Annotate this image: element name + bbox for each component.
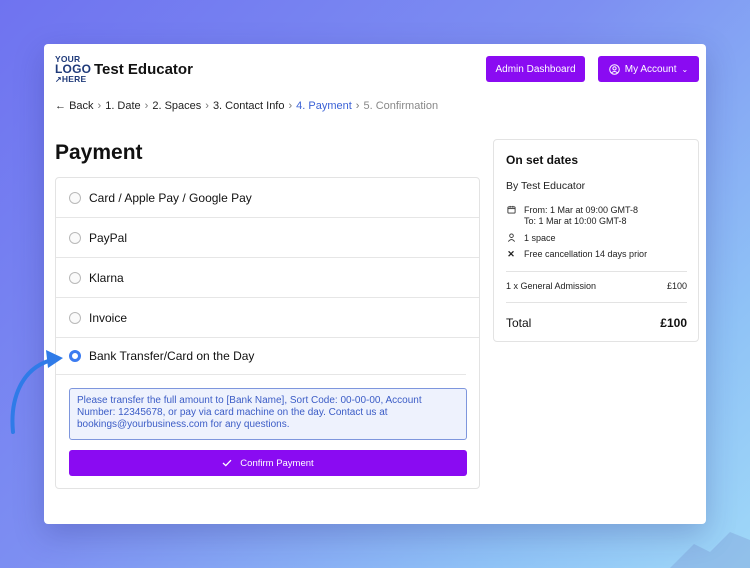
main-card: YOUR LOGO ↗HERE Test Educator Admin Dash… [44, 44, 706, 524]
payment-option-bank-transfer[interactable]: Bank Transfer/Card on the Day [56, 338, 466, 375]
logo: YOUR LOGO ↗HERE [55, 55, 91, 85]
summary-educator: By Test Educator [506, 180, 586, 192]
breadcrumb-separator: › [288, 100, 293, 112]
radio-button[interactable] [69, 311, 81, 324]
payment-option-label: Invoice [89, 310, 128, 325]
confirm-payment-button[interactable]: Confirm Payment [69, 450, 467, 476]
summary-total: Total £100 [506, 316, 687, 330]
background-decoration [670, 532, 750, 568]
chevron-down-icon: ⌄ [681, 64, 689, 74]
radio-button[interactable] [69, 191, 81, 204]
summary-from: From: 1 Mar at 09:00 GMT-8 [524, 205, 639, 215]
logo-text-3: HERE [61, 74, 87, 84]
page-title: Payment [55, 141, 143, 164]
breadcrumb-step-contact[interactable]: 3. Contact Info [213, 100, 285, 112]
breadcrumb-separator: › [144, 100, 149, 112]
admin-dashboard-label: Admin Dashboard [495, 63, 576, 75]
payment-option-paypal[interactable]: PayPal [56, 218, 479, 258]
breadcrumb-step-confirmation: 5. Confirmation [363, 100, 439, 112]
annotation-arrow-icon [10, 350, 63, 434]
my-account-button[interactable]: My Account ⌄ [598, 56, 699, 82]
summary-cancellation: ✕ Free cancellation 14 days prior [506, 249, 647, 260]
radio-button-selected[interactable] [69, 350, 81, 362]
payment-methods-list: Card / Apple Pay / Google Pay PayPal Kla… [55, 177, 480, 489]
breadcrumb-step-spaces[interactable]: 2. Spaces [152, 100, 201, 112]
payment-option-card[interactable]: Card / Apple Pay / Google Pay [56, 178, 479, 218]
line-item-price: £100 [666, 281, 687, 291]
breadcrumb-separator: › [97, 100, 102, 112]
radio-button[interactable] [69, 271, 81, 284]
check-icon [222, 459, 232, 467]
close-icon: ✕ [507, 249, 515, 259]
site-title: Test Educator [94, 61, 193, 78]
summary-spaces: 1 space [506, 233, 556, 245]
breadcrumb-separator: › [355, 100, 360, 112]
breadcrumb: ← Back › 1. Date › 2. Spaces › 3. Contac… [55, 100, 438, 112]
admin-dashboard-button[interactable]: Admin Dashboard [486, 56, 585, 82]
summary-cancellation-label: Free cancellation 14 days prior [524, 249, 648, 259]
logo-arrow-icon: ↗ [55, 75, 62, 84]
breadcrumb-step-date[interactable]: 1. Date [105, 100, 140, 112]
back-label: Back [69, 100, 94, 112]
payment-option-label: PayPal [89, 230, 128, 245]
radio-button[interactable] [69, 231, 81, 244]
summary-spaces-label: 1 space [524, 233, 556, 243]
summary-to: To: 1 Mar at 10:00 GMT-8 [524, 216, 627, 226]
payment-option-invoice[interactable]: Invoice [56, 298, 479, 338]
summary-dates: From: 1 Mar at 09:00 GMT-8 To: 1 Mar at … [506, 205, 638, 227]
my-account-label: My Account [624, 63, 677, 75]
payment-option-label: Klarna [89, 270, 124, 285]
total-label: Total [506, 316, 532, 330]
payment-option-klarna[interactable]: Klarna [56, 258, 479, 298]
breadcrumb-step-payment: 4. Payment [296, 100, 352, 112]
line-item-label: 1 x General Admission [506, 281, 597, 291]
payment-option-label: Bank Transfer/Card on the Day [89, 349, 255, 363]
summary-line-item: 1 x General Admission £100 [506, 281, 687, 291]
back-link[interactable]: ← Back [55, 100, 94, 112]
summary-divider [506, 271, 687, 272]
bank-transfer-instructions: Please transfer the full amount to [Bank… [69, 388, 467, 440]
confirm-payment-label: Confirm Payment [240, 457, 314, 469]
breadcrumb-separator: › [205, 100, 209, 112]
summary-title: On set dates [506, 153, 579, 167]
summary-divider [506, 302, 687, 303]
person-icon [506, 233, 516, 245]
order-summary: On set dates By Test Educator From: 1 Ma… [493, 139, 699, 342]
user-circle-icon [609, 63, 620, 75]
total-value: £100 [660, 316, 687, 330]
calendar-icon [506, 205, 516, 227]
payment-option-label: Card / Apple Pay / Google Pay [89, 190, 252, 205]
